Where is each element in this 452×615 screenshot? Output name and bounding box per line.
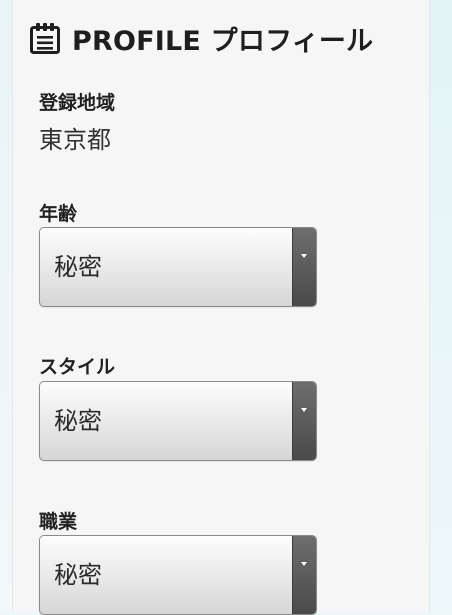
region-label: 登録地域 <box>39 92 116 114</box>
chevron-down-icon <box>301 408 307 412</box>
age-dropdown-button[interactable] <box>292 228 316 306</box>
occupation-select-value: 秘密 <box>54 561 102 589</box>
chevron-down-icon <box>301 562 307 566</box>
region-value: 東京都 <box>39 126 111 154</box>
style-select[interactable]: 秘密 <box>39 381 317 461</box>
style-dropdown-button[interactable] <box>292 382 316 460</box>
chevron-down-icon <box>301 254 307 258</box>
occupation-dropdown-button[interactable] <box>292 536 316 614</box>
page-title: PROFILE プロフィール <box>72 25 374 57</box>
age-select-value: 秘密 <box>54 253 102 281</box>
style-label: スタイル <box>39 356 116 378</box>
clipboard-icon <box>28 21 62 55</box>
style-select-value: 秘密 <box>54 407 102 435</box>
age-label: 年齢 <box>39 203 78 225</box>
background-right <box>430 0 452 612</box>
occupation-select[interactable]: 秘密 <box>39 535 317 615</box>
occupation-label: 職業 <box>39 511 78 533</box>
profile-header: PROFILE プロフィール <box>28 14 373 62</box>
age-select[interactable]: 秘密 <box>39 227 317 307</box>
background-left <box>0 0 12 612</box>
